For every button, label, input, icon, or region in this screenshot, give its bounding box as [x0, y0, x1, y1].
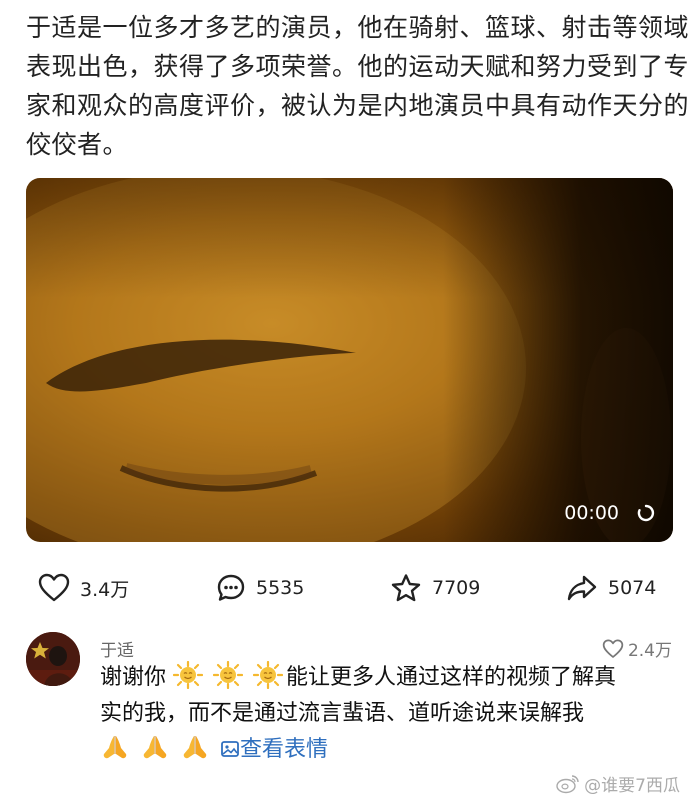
- watermark-text: @谁要7西瓜: [584, 776, 680, 796]
- post-text-line: 佼佼者。: [26, 130, 129, 159]
- comment-item: 于适 2.4万 谢谢你 能让更多人通过这样的视频了解真 实的我，而不是通过流言蜚…: [0, 628, 690, 788]
- praying-hands-emoji-icon: [103, 736, 127, 759]
- favorite-count: 7709: [432, 577, 481, 599]
- sun-emoji-icon: [173, 661, 204, 689]
- comment-author[interactable]: 于适: [100, 636, 134, 661]
- image-icon: [221, 741, 239, 757]
- comment-count: 5535: [256, 577, 305, 599]
- comment-like-button[interactable]: 2.4万: [602, 636, 672, 661]
- share-button[interactable]: 5074: [566, 566, 656, 610]
- post-text: 于适是一位多才多艺的演员，他在骑射、篮球、射击等领域 表现出色，获得了多项荣誉。…: [26, 8, 690, 164]
- video-player[interactable]: 00:00: [26, 178, 673, 542]
- favorite-button[interactable]: 7709: [390, 566, 480, 610]
- post-text-line: 表现出色，获得了多项荣誉。他的运动天赋和努力受到了专: [26, 52, 690, 81]
- watermark: @谁要7西瓜: [556, 771, 680, 796]
- sun-emoji-icon: [253, 661, 284, 689]
- like-count: 3.4万: [80, 578, 130, 601]
- comment-bubble-icon: [217, 574, 245, 601]
- weibo-logo-icon: [556, 774, 579, 793]
- heart-icon: [602, 638, 624, 658]
- view-stickers-link[interactable]: 查看表情: [220, 737, 328, 762]
- video-timestamp: 00:00: [564, 502, 619, 524]
- action-bar: 3.4万 5535 7709 5074: [0, 566, 690, 610]
- comment-text-line1: 能让更多人通过这样的视频了解真: [286, 665, 617, 690]
- video-shade: [443, 178, 673, 542]
- post-text-line: 于适是一位多才多艺的演员，他在骑射、篮球、射击等领域: [26, 13, 690, 42]
- share-count: 5074: [608, 577, 657, 599]
- view-stickers-label: 查看表情: [240, 737, 329, 762]
- like-button[interactable]: 3.4万: [38, 566, 129, 610]
- avatar[interactable]: [26, 632, 80, 686]
- loading-spinner-icon: [637, 504, 655, 522]
- comment-text-lead: 谢谢你: [100, 665, 167, 690]
- share-arrow-icon: [567, 575, 597, 601]
- comment-button[interactable]: 5535: [216, 566, 304, 610]
- comment-text: 谢谢你 能让更多人通过这样的视频了解真 实的我，而不是通过流言蜚语、道听途说来误…: [100, 660, 670, 768]
- sun-emoji-icon: [213, 661, 244, 689]
- praying-hands-emoji-icon: [183, 736, 207, 759]
- comment-text-line2: 实的我，而不是通过流言蜚语、道听途说来误解我: [100, 701, 585, 726]
- star-icon: [391, 574, 421, 602]
- praying-hands-emoji-icon: [143, 736, 167, 759]
- post-text-line: 家和观众的高度评价，被认为是内地演员中具有动作天分的: [26, 91, 690, 120]
- comment-like-count: 2.4万: [627, 641, 672, 661]
- avatar-image: [26, 632, 80, 686]
- heart-icon: [38, 573, 70, 602]
